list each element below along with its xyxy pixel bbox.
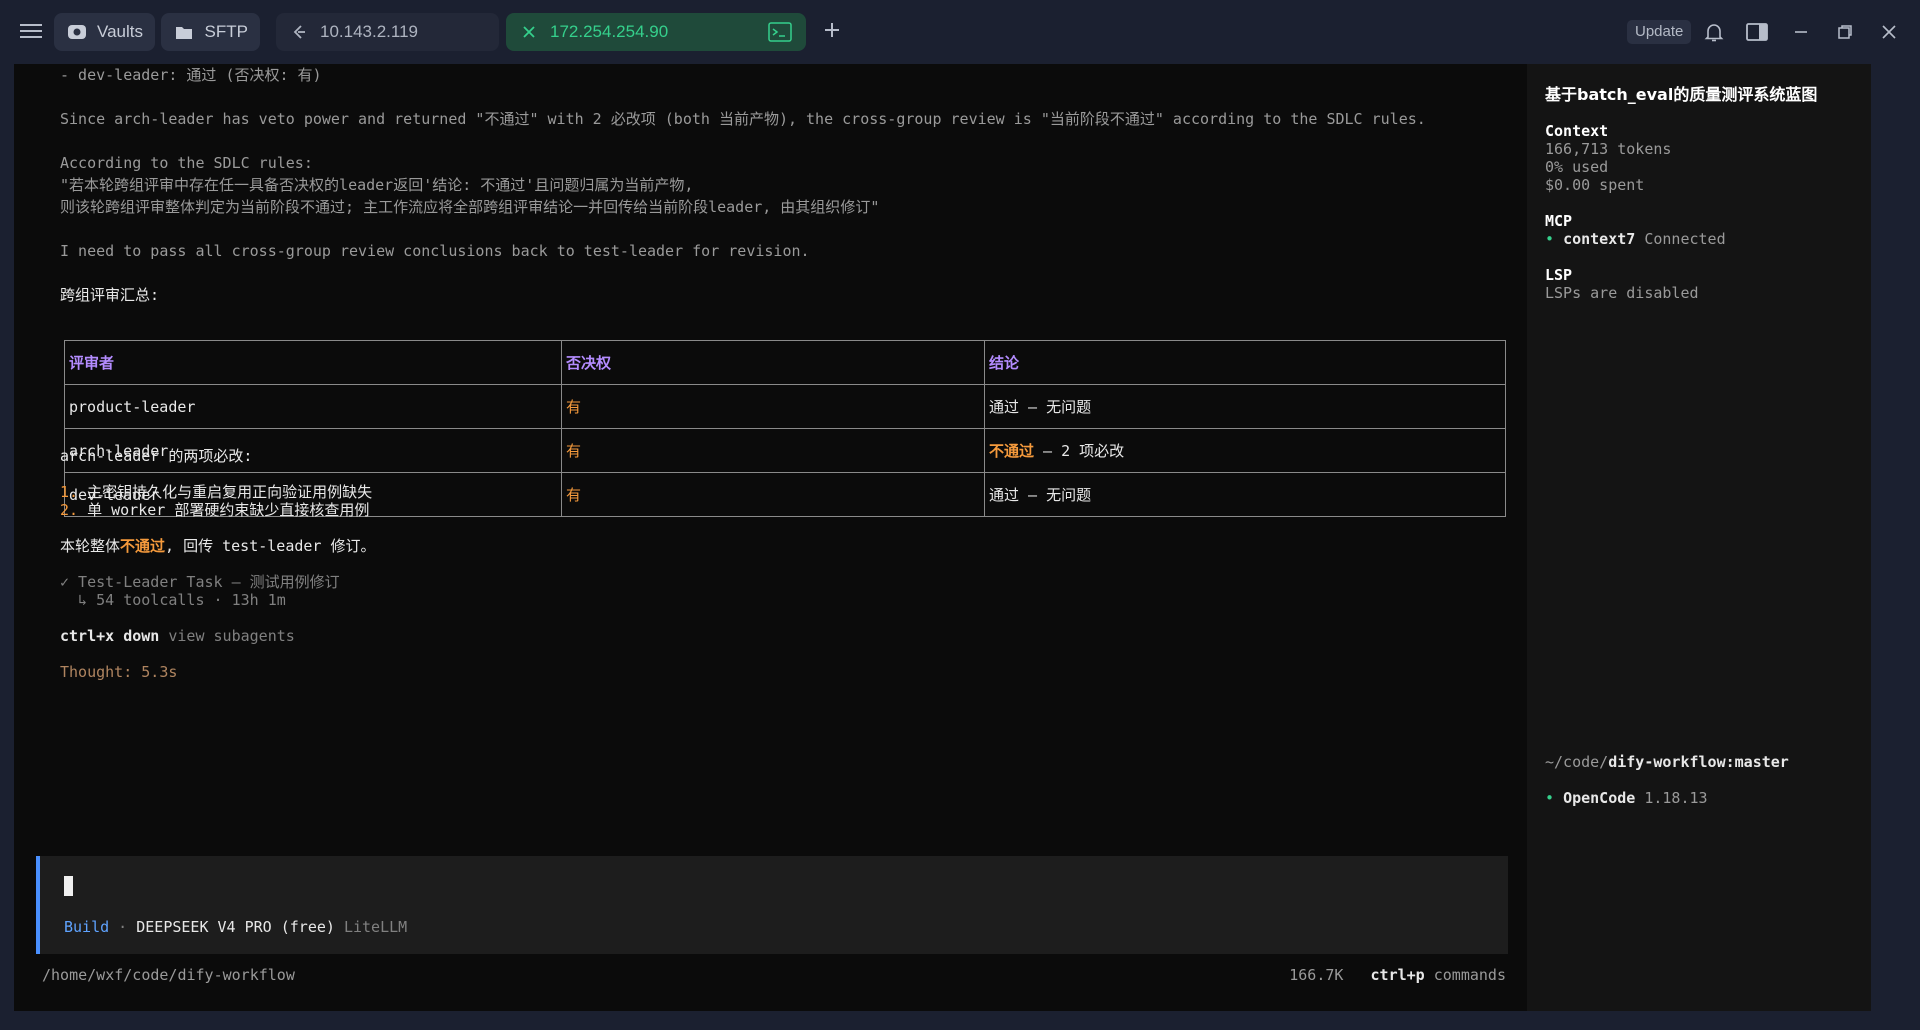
commands-label[interactable]: commands: [1425, 966, 1506, 984]
thought-line: Thought: 5.3s: [60, 663, 178, 681]
table-header: 结论: [984, 340, 1506, 385]
branch-repo: dify-workflow:master: [1608, 753, 1789, 771]
minimize-icon[interactable]: [1789, 20, 1813, 44]
verdict-text: 通过 — 无问题: [989, 398, 1092, 416]
text-cursor: [64, 876, 73, 896]
shortcut-desc: view subagents: [159, 627, 295, 645]
host-icon: [288, 21, 310, 43]
reviewer-cell: product-leader: [64, 384, 562, 429]
output-line: Since arch-leader has veto power and ret…: [60, 110, 1426, 128]
shortcut-hint: ctrl+x down view subagents: [60, 625, 295, 647]
veto-cell: 有: [561, 384, 985, 429]
tab-label: SFTP: [204, 22, 248, 41]
verdict-cell: 通过 — 无问题: [984, 472, 1506, 517]
app-name: OpenCode: [1563, 789, 1636, 807]
tab-sftp[interactable]: SFTP: [161, 13, 260, 51]
git-branch: ~/code/dify-workflow:master: [1545, 751, 1789, 773]
veto-cell: 有: [561, 472, 985, 517]
verdict-text: — 2 项必改: [1034, 442, 1125, 460]
terminal-icon: [768, 22, 792, 47]
status-dot: •: [1545, 789, 1564, 807]
commands-key[interactable]: ctrl+p: [1371, 966, 1425, 984]
tab-host-172-254-254-90[interactable]: 172.254.254.90: [506, 13, 806, 51]
summary-post: , 回传 test-leader 修订。: [165, 537, 376, 555]
lsp-status: LSPs are disabled: [1545, 284, 1699, 302]
folder-icon: [173, 21, 195, 43]
cwd-path: /home/wxf/code/dify-workflow: [42, 966, 295, 984]
summary-line: 本轮整体不通过, 回传 test-leader 修订。: [60, 535, 376, 557]
model-info: Build · DEEPSEEK V4 PRO (free) LiteLLM: [64, 918, 407, 936]
table-header-row: 评审者 否决权 结论: [64, 340, 1506, 385]
terminal-main[interactable]: - dev-leader: 通过 (否决权: 有) Since arch-lea…: [14, 64, 1527, 1011]
close-icon[interactable]: [518, 21, 540, 43]
bell-icon[interactable]: [1702, 20, 1726, 44]
must-fix-title: arch-leader 的两项必改:: [60, 447, 253, 465]
task-sub-line: ↳ 54 toolcalls · 13h 1m: [60, 591, 286, 609]
tab-vaults[interactable]: Vaults: [54, 13, 155, 51]
verdict-cell: 不通过 — 2 项必改: [984, 428, 1506, 473]
app-version: • OpenCode 1.18.13: [1545, 787, 1708, 809]
list-text: 单 worker 部署硬约束缺少直接核查用例: [78, 501, 370, 519]
tab-label: 172.254.254.90: [550, 22, 669, 41]
shortcut-key: ctrl+x down: [60, 627, 160, 645]
verdict-highlight: 不通过: [989, 442, 1035, 460]
version-number: 1.18.13: [1635, 789, 1708, 807]
tab-label: 10.143.2.119: [320, 22, 418, 41]
session-title: 基于batch_eval的质量测评系统蓝图: [1545, 85, 1818, 104]
separator: ·: [109, 918, 137, 936]
mcp-name: context7: [1563, 230, 1636, 248]
verdict-cell: 通过 — 无问题: [984, 384, 1506, 429]
table-row: arch-leader 有 不通过 — 2 项必改: [64, 428, 1506, 473]
prompt-input[interactable]: Build · DEEPSEEK V4 PRO (free) LiteLLM: [36, 856, 1508, 954]
context-spent: $0.00 spent: [1545, 176, 1645, 194]
output-line: I need to pass all cross-group review co…: [60, 242, 810, 260]
table-header: 否决权: [561, 340, 985, 385]
hamburger-menu-icon[interactable]: [18, 20, 44, 44]
update-button[interactable]: Update: [1627, 20, 1692, 44]
list-number: 2.: [60, 501, 79, 519]
status-dot: •: [1545, 230, 1564, 248]
token-count: 166.7K: [1289, 966, 1344, 984]
output-line: According to the SDLC rules:: [60, 154, 313, 172]
model-label[interactable]: DEEPSEEK V4 PRO (free): [136, 918, 335, 936]
section-heading: 跨组评审汇总:: [60, 286, 160, 304]
restore-icon[interactable]: [1833, 20, 1857, 44]
output-line: - dev-leader: 通过 (否决权: 有): [60, 66, 322, 84]
output-line: 则该轮跨组评审整体判定为当前阶段不通过; 主工作流应将全部跨组评审结论一并回传给…: [60, 198, 880, 216]
table-row: product-leader 有 通过 — 无问题: [64, 384, 1506, 429]
branch-prefix: ~/code/: [1545, 753, 1609, 771]
provider-label: LiteLLM: [334, 918, 408, 936]
veto-cell: 有: [561, 428, 985, 473]
vault-icon: [66, 21, 87, 43]
tab-label: Vaults: [97, 22, 143, 41]
summary-highlight: 不通过: [120, 537, 166, 555]
table-header: 评审者: [64, 340, 562, 385]
tab-host-10-143-2-119[interactable]: 10.143.2.119: [276, 13, 499, 51]
verdict-text: 通过 — 无问题: [989, 486, 1092, 504]
mcp-status: Connected: [1635, 230, 1726, 248]
session-sidebar: 基于batch_eval的质量测评系统蓝图 Context 166,713 to…: [1527, 64, 1871, 1011]
mcp-item: • context7 Connected: [1545, 228, 1726, 250]
list-item: 2. 单 worker 部署硬约束缺少直接核查用例: [60, 499, 369, 521]
sidebar-toggle-icon[interactable]: [1745, 20, 1769, 44]
mode-label[interactable]: Build: [64, 918, 109, 936]
title-bar: Vaults SFTP 10.143.2.119 172.254.254.90 …: [0, 0, 1920, 64]
status-right: 166.7K ctrl+p commands: [1289, 966, 1506, 984]
close-window-icon[interactable]: [1877, 20, 1901, 44]
summary-pre: 本轮整体: [60, 537, 121, 555]
output-line: "若本轮跨组评审中存在任一具备否决权的leader返回'结论: 不通过'且问题归…: [60, 176, 694, 194]
add-tab-icon[interactable]: [820, 18, 844, 42]
